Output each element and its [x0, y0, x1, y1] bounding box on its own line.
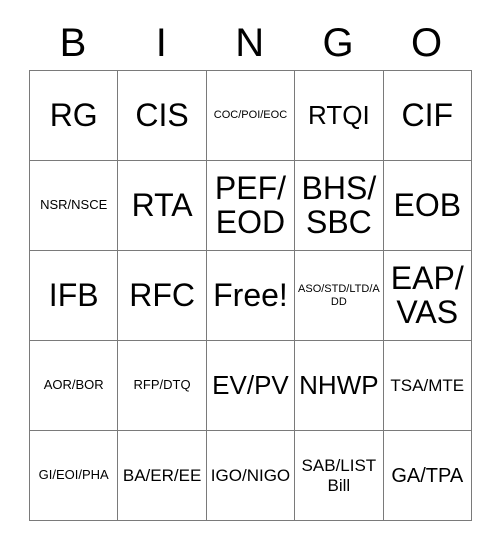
- bingo-cell[interactable]: AOR/BOR: [30, 341, 119, 431]
- bingo-free-space-label: Free!: [213, 276, 288, 313]
- bingo-header-letter-o: O: [410, 21, 443, 65]
- bingo-cell[interactable]: PEF/EOD: [206, 161, 296, 251]
- bingo-header-letter-g: G: [322, 21, 355, 65]
- bingo-grid: RG CIS COC/POI/EOC RTQI CIF NSR/NSCE RTA…: [29, 70, 472, 521]
- bingo-cell-label: TSA/MTE: [390, 375, 465, 395]
- bingo-cell[interactable]: BA/ER/EE: [118, 431, 207, 521]
- bingo-cell[interactable]: SAB/LIST Bill: [295, 431, 384, 521]
- bingo-row: AOR/BOR RFP/DTQ EV/PV NHWP TSA/MTE: [30, 341, 472, 431]
- bingo-cell-label: RFP/DTQ: [133, 377, 191, 393]
- bingo-cell[interactable]: COC/POI/EOC: [206, 71, 296, 161]
- bingo-cell-label: RTQI: [308, 99, 370, 130]
- bingo-cell-label: BHS/SBC: [301, 170, 377, 240]
- bingo-cell-label: EV/PV: [212, 369, 289, 400]
- bingo-cell[interactable]: EOB: [383, 161, 472, 251]
- bingo-row: NSR/NSCE RTA PEF/EOD BHS/SBC EOB: [30, 161, 472, 251]
- bingo-cell[interactable]: BHS/SBC: [295, 161, 384, 251]
- bingo-header-letter-n: N: [235, 21, 265, 65]
- bingo-row: RG CIS COC/POI/EOC RTQI CIF: [30, 71, 472, 161]
- bingo-header-row: B I N G O: [29, 16, 471, 70]
- bingo-cell[interactable]: IGO/NIGO: [206, 431, 296, 521]
- bingo-cell-label: RG: [49, 96, 98, 133]
- bingo-cell[interactable]: GA/TPA: [383, 431, 472, 521]
- bingo-row: GI/EOI/PHA BA/ER/EE IGO/NIGO SAB/LIST Bi…: [30, 431, 472, 521]
- bingo-cell[interactable]: NSR/NSCE: [30, 161, 119, 251]
- bingo-cell[interactable]: TSA/MTE: [383, 341, 472, 431]
- bingo-cell[interactable]: RTA: [118, 161, 207, 251]
- bingo-cell-label: CIF: [401, 96, 454, 133]
- bingo-cell-label: IGO/NIGO: [210, 465, 291, 485]
- bingo-cell[interactable]: EV/PV: [206, 341, 296, 431]
- bingo-cell[interactable]: IFB: [30, 251, 119, 341]
- bingo-cell-label: PEF/EOD: [214, 170, 287, 240]
- bingo-cell-label: IFB: [48, 276, 99, 313]
- bingo-cell-label: AOR/BOR: [43, 377, 104, 393]
- bingo-cell[interactable]: CIF: [383, 71, 472, 161]
- bingo-cell[interactable]: NHWP: [295, 341, 384, 431]
- bingo-cell-label: RFC: [129, 276, 195, 313]
- bingo-cell-free-space[interactable]: Free!: [206, 251, 296, 341]
- bingo-cell[interactable]: RFC: [118, 251, 207, 341]
- bingo-cell[interactable]: CIS: [118, 71, 207, 161]
- bingo-header-letter-b: B: [59, 21, 87, 65]
- bingo-cell-label: SAB/LIST Bill: [301, 456, 377, 495]
- bingo-cell-label: GA/TPA: [391, 464, 464, 487]
- bingo-cell[interactable]: EAP/VAS: [383, 251, 472, 341]
- bingo-cell-label: COC/POI/EOC: [213, 109, 288, 122]
- bingo-cell[interactable]: RFP/DTQ: [118, 341, 207, 431]
- bingo-cell-label: BA/ER/EE: [122, 465, 202, 485]
- bingo-cell-label: CIS: [135, 96, 189, 133]
- bingo-cell-label: GI/EOI/PHA: [38, 467, 109, 483]
- bingo-header-letter-i: I: [155, 21, 168, 65]
- bingo-card: B I N G O RG CIS COC/POI/EOC RTQI CIF NS…: [29, 16, 472, 521]
- bingo-cell-label: NSR/NSCE: [40, 197, 108, 213]
- bingo-row: IFB RFC Free! ASO/STD/LTD/ADD EAP/VAS: [30, 251, 472, 341]
- bingo-cell-label: RTA: [131, 186, 193, 223]
- bingo-cell[interactable]: RG: [30, 71, 119, 161]
- bingo-cell[interactable]: GI/EOI/PHA: [30, 431, 119, 521]
- bingo-cell[interactable]: RTQI: [295, 71, 384, 161]
- bingo-cell-label: NHWP: [299, 369, 379, 400]
- bingo-cell-label: EAP/VAS: [390, 260, 464, 330]
- bingo-cell[interactable]: ASO/STD/LTD/ADD: [295, 251, 384, 341]
- bingo-cell-label: ASO/STD/LTD/ADD: [298, 282, 380, 308]
- bingo-cell-label: EOB: [393, 186, 462, 223]
